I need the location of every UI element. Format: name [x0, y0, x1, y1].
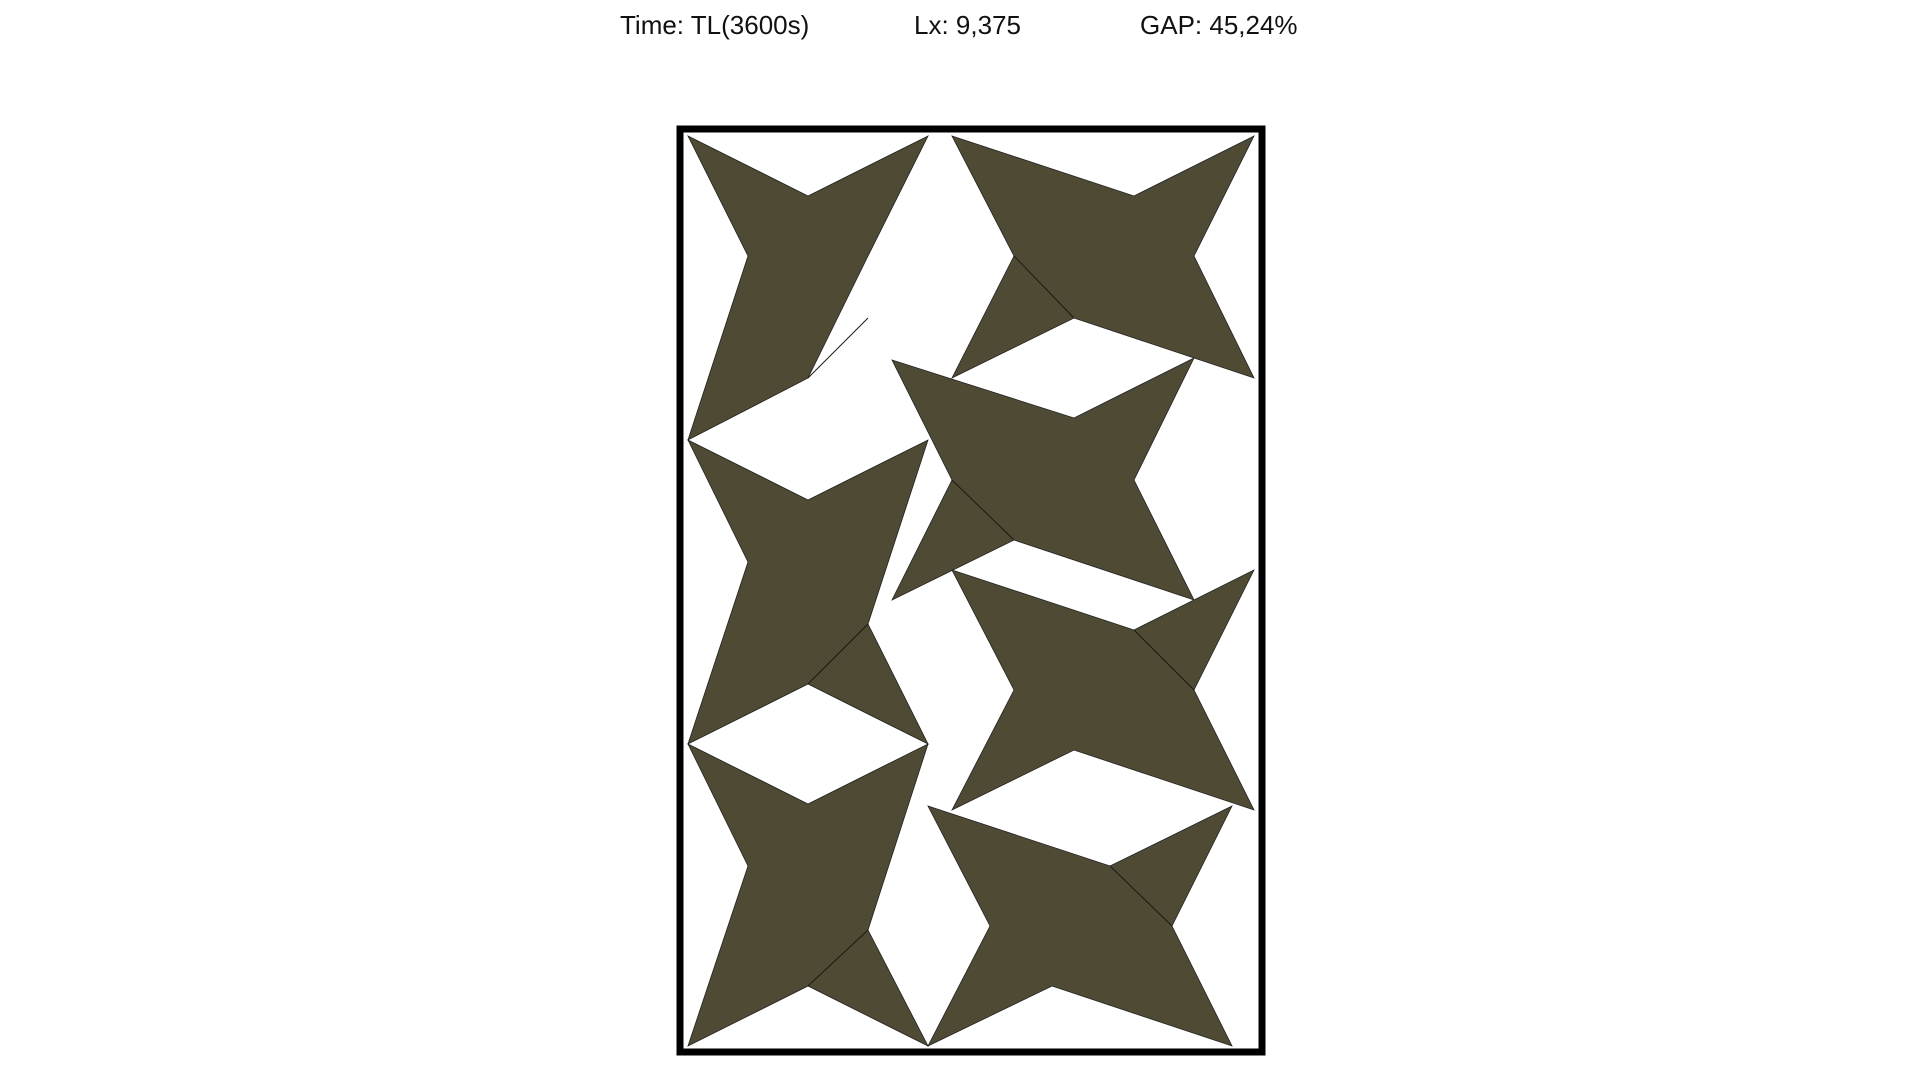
star-top-right — [951, 135, 1255, 379]
star-bottom-left — [687, 743, 929, 1047]
packing-board — [676, 125, 1266, 1056]
star-middle-right — [891, 357, 1195, 601]
pieces-layer — [687, 135, 1255, 1047]
star-bottom-right — [927, 805, 1233, 1047]
star-middle-left — [687, 439, 929, 745]
nesting-view: Time: TL(3600s) Lx: 9,375 GAP: 45,24% — [0, 0, 1920, 1080]
star-lower-right — [951, 569, 1255, 811]
star-top-left — [687, 135, 929, 441]
